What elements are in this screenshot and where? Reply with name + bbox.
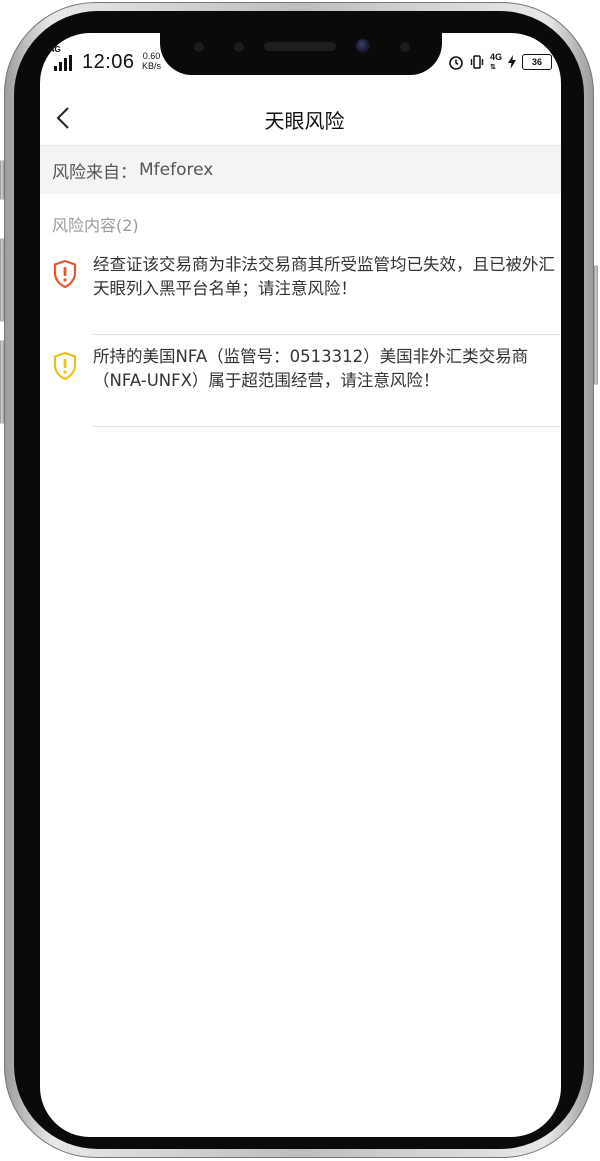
notch [160, 25, 442, 75]
risk-text: 经查证该交易商为非法交易商其所受监管均已失效，且已被外汇天眼列入黑平台名单；请注… [93, 255, 555, 298]
network-type-right: 4G ⇅ [490, 51, 503, 72]
network-type-right-label: 4G [490, 51, 503, 62]
risk-list: 经查证该交易商为非法交易商其所受监管均已失效，且已被外汇天眼列入黑平台名单；请注… [40, 243, 561, 427]
network-speed-value: 0.60 [142, 51, 161, 61]
page-title: 天眼风险 [264, 109, 345, 133]
network-speed: 0.60 KB/s [142, 51, 161, 71]
sensor-dot [400, 42, 410, 52]
risk-content-title: 风险内容(2) [52, 216, 139, 235]
status-icons: 4G ⇅ 36 [448, 51, 553, 73]
risk-source-label: 风险来自： [52, 162, 137, 183]
list-item: 所持的美国NFA（监管号：0513312）美国非外汇类交易商（NFA-UNFX）… [40, 335, 561, 427]
battery-indicator: 36 [522, 54, 553, 70]
front-camera [356, 39, 370, 53]
risk-source-row: 风险来自： Mfeforex [40, 146, 561, 194]
data-arrows-icon: ⇅ [490, 63, 496, 71]
screen: 4G 12:06 0.60 KB/s 4G ⇅ 36 天眼风险 风险来自： Mf… [40, 33, 561, 1137]
list-item: 经查证该交易商为非法交易商其所受监管均已失效，且已被外汇天眼列入黑平台名单；请注… [40, 243, 561, 335]
clock: 12:06 [82, 51, 135, 73]
network-speed-unit: KB/s [142, 61, 162, 71]
alarm-icon [449, 56, 463, 70]
earpiece-speaker [264, 42, 336, 51]
divider [93, 426, 561, 427]
shield-warning-icon [53, 351, 77, 381]
network-type-left: 4G [50, 45, 61, 54]
risk-source-value: Mfeforex [139, 160, 214, 180]
signal-icon [54, 55, 72, 71]
vibrate-icon [470, 55, 484, 69]
power-button [594, 265, 598, 385]
phone-mockup: 4G 12:06 0.60 KB/s 4G ⇅ 36 天眼风险 风险来自： Mf… [0, 0, 600, 1161]
shield-warning-icon [53, 259, 77, 289]
nav-bar: 天眼风险 [40, 91, 561, 146]
risk-text: 所持的美国NFA（监管号：0513312）美国非外汇类交易商（NFA-UNFX）… [93, 347, 529, 390]
sensor-dot [234, 42, 244, 52]
sensor-dot [194, 42, 204, 52]
charging-icon [508, 55, 517, 69]
